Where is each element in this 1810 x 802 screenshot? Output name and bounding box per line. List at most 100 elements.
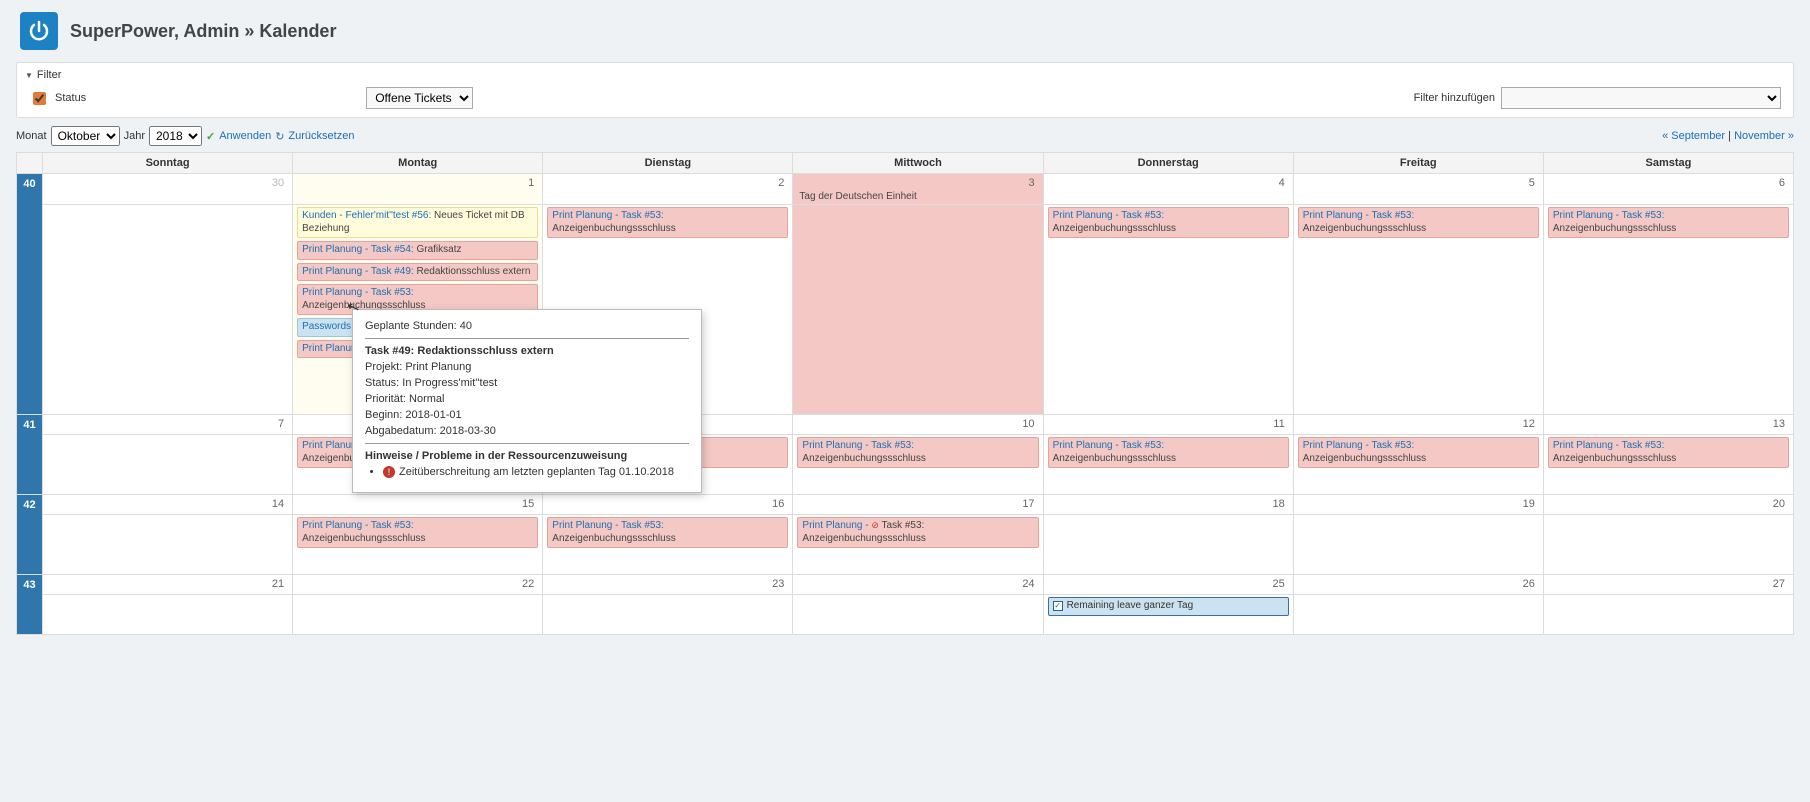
day-cell[interactable]: 7 — [43, 415, 293, 435]
calendar-event[interactable]: Print Planung - Task #49: Redaktionsschl… — [297, 263, 538, 282]
day-events[interactable] — [793, 595, 1043, 635]
year-select[interactable]: 2018 — [149, 126, 202, 146]
day-events[interactable] — [543, 595, 793, 635]
event-link[interactable]: Print Planung - Task #49: — [302, 266, 414, 277]
calendar-event[interactable]: Print Planung - Task #53: Anzeigenbuchun… — [1298, 437, 1539, 468]
calendar-event[interactable]: Print Planung - Task #53: Anzeigenbuchun… — [1548, 207, 1789, 238]
prev-month-link[interactable]: « September — [1662, 130, 1725, 142]
calendar-event[interactable]: Print Planung - Task #53: Anzeigenbuchun… — [1548, 437, 1789, 468]
day-cell[interactable]: 14 — [43, 495, 293, 515]
add-filter-select[interactable] — [1501, 87, 1781, 109]
day-cell[interactable]: 18 — [1043, 495, 1293, 515]
day-cell[interactable]: 23 — [543, 575, 793, 595]
event-link[interactable]: Print Planung - Task #53: — [302, 520, 414, 531]
event-link[interactable]: Print Planung - Task #53: — [552, 210, 664, 221]
reset-link[interactable]: Zurücksetzen — [288, 130, 354, 142]
next-month-link[interactable]: November » — [1734, 130, 1794, 142]
breadcrumb: SuperPower, Admin » Kalender — [70, 21, 336, 42]
day-cell[interactable]: 30 — [43, 174, 293, 205]
day-cell[interactable]: 27 — [1543, 575, 1793, 595]
day-cell[interactable]: 2 — [543, 174, 793, 205]
day-header: Mittwoch — [793, 153, 1043, 174]
status-value-select[interactable]: Offene Tickets — [366, 87, 473, 109]
day-cell[interactable]: 20 — [1543, 495, 1793, 515]
filter-toggle[interactable]: ▼ Filter — [25, 69, 1785, 81]
event-link[interactable]: Print Planung - — [802, 520, 871, 531]
status-checkbox[interactable] — [33, 92, 46, 105]
day-events[interactable] — [793, 205, 1043, 415]
calendar-event[interactable]: Print Planung - Task #53: Anzeigenbuchun… — [547, 207, 788, 238]
day-cell[interactable]: 6 — [1543, 174, 1793, 205]
day-cell[interactable]: 11 — [1043, 415, 1293, 435]
event-link[interactable]: Print Planung - Task #53: — [1303, 440, 1415, 451]
day-cell[interactable]: 26 — [1293, 575, 1543, 595]
status-filter[interactable]: Status — [29, 89, 86, 108]
day-events[interactable] — [1293, 595, 1543, 635]
day-cell[interactable]: 4 — [1043, 174, 1293, 205]
event-link[interactable]: Print Planung - Task #53: — [552, 520, 664, 531]
day-cell[interactable]: 24 — [793, 575, 1043, 595]
day-header: Montag — [293, 153, 543, 174]
day-events[interactable] — [1043, 515, 1293, 575]
calendar-event[interactable]: ✓Remaining leave ganzer Tag — [1048, 597, 1289, 616]
day-cell[interactable]: 1 — [293, 174, 543, 205]
calendar-event[interactable]: Print Planung - ⊘ Task #53: Anzeigenbuch… — [797, 517, 1038, 548]
day-events[interactable]: Print Planung - Task #53: Anzeigenbuchun… — [1543, 435, 1793, 495]
calendar-event[interactable]: Print Planung - Task #53: Anzeigenbuchun… — [297, 517, 538, 548]
event-link[interactable]: Print Planung - Task #53: — [1053, 210, 1165, 221]
calendar-event[interactable]: Print Planung - Task #54: Grafiksatz — [297, 241, 538, 260]
day-events[interactable] — [293, 595, 543, 635]
day-events[interactable] — [43, 435, 293, 495]
day-cell[interactable]: 25 — [1043, 575, 1293, 595]
event-link[interactable]: Print Planung - Task #53: — [1053, 440, 1165, 451]
month-select[interactable]: Oktober — [51, 126, 120, 146]
event-link[interactable]: Print Planung - Task #53: — [1303, 210, 1415, 221]
day-cell[interactable]: 10 — [793, 415, 1043, 435]
day-events[interactable] — [1293, 515, 1543, 575]
calendar-event[interactable]: Print Planung - Task #53: Anzeigenbuchun… — [1298, 207, 1539, 238]
calendar-event[interactable]: Print Planung - Task #53: Anzeigenbuchun… — [1048, 207, 1289, 238]
day-events[interactable]: Print Planung - Task #53: Anzeigenbuchun… — [1293, 435, 1543, 495]
event-link[interactable]: Print Planung - Task #53: — [802, 440, 914, 451]
day-events[interactable]: Print Planung - Task #53: Anzeigenbuchun… — [1543, 205, 1793, 415]
day-events[interactable] — [43, 515, 293, 575]
calendar-event[interactable]: Print Planung - Task #53: Anzeigenbuchun… — [1048, 437, 1289, 468]
breadcrumb-page: Kalender — [259, 21, 336, 41]
event-link[interactable]: Print Planung - Task #53: — [1553, 210, 1665, 221]
day-cell[interactable]: 21 — [43, 575, 293, 595]
day-cell[interactable]: 5 — [1293, 174, 1543, 205]
controls-bar: Monat Oktober Jahr 2018 ✓ Anwenden ↻ Zur… — [0, 122, 1810, 152]
day-events[interactable] — [1543, 595, 1793, 635]
event-link[interactable]: Print Planung - Task #54: — [302, 244, 414, 255]
event-link[interactable]: Kunden - Fehler'mit''test #56: — [302, 210, 431, 221]
chevron-down-icon: ▼ — [25, 71, 33, 80]
day-cell[interactable]: 13 — [1543, 415, 1793, 435]
day-cell[interactable]: 3Tag der Deutschen Einheit — [793, 174, 1043, 205]
day-events[interactable] — [43, 595, 293, 635]
day-events[interactable]: Print Planung - Task #53: Anzeigenbuchun… — [543, 515, 793, 575]
event-link[interactable]: Print Planung - Task #53: — [302, 287, 414, 298]
day-events[interactable]: Print Planung - Task #53: Anzeigenbuchun… — [1293, 205, 1543, 415]
calendar-event[interactable]: Print Planung - Task #53: Anzeigenbuchun… — [547, 517, 788, 548]
apply-link[interactable]: Anwenden — [219, 130, 271, 142]
day-events[interactable]: Print Planung - Task #53: Anzeigenbuchun… — [1043, 435, 1293, 495]
day-cell[interactable]: 19 — [1293, 495, 1543, 515]
day-events[interactable]: Print Planung - ⊘ Task #53: Anzeigenbuch… — [793, 515, 1043, 575]
week-number: 42 — [17, 495, 43, 575]
calendar-event[interactable]: Kunden - Fehler'mit''test #56: Neues Tic… — [297, 207, 538, 238]
day-events[interactable] — [43, 205, 293, 415]
calendar-event[interactable]: Print Planung - Task #53: Anzeigenbuchun… — [797, 437, 1038, 468]
day-events[interactable] — [1543, 515, 1793, 575]
week-number: 40 — [17, 174, 43, 415]
day-cell[interactable]: 22 — [293, 575, 543, 595]
day-events[interactable]: Print Planung - Task #53: Anzeigenbuchun… — [793, 435, 1043, 495]
day-cell[interactable]: 15 — [293, 495, 543, 515]
day-cell[interactable]: 16 — [543, 495, 793, 515]
event-link[interactable]: Print Planung - Task #53: — [1553, 440, 1665, 451]
app-logo — [20, 12, 58, 50]
day-cell[interactable]: 12 — [1293, 415, 1543, 435]
day-events[interactable]: Print Planung - Task #53: Anzeigenbuchun… — [293, 515, 543, 575]
day-cell[interactable]: 17 — [793, 495, 1043, 515]
day-events[interactable]: ✓Remaining leave ganzer Tag — [1043, 595, 1293, 635]
day-events[interactable]: Print Planung - Task #53: Anzeigenbuchun… — [1043, 205, 1293, 415]
